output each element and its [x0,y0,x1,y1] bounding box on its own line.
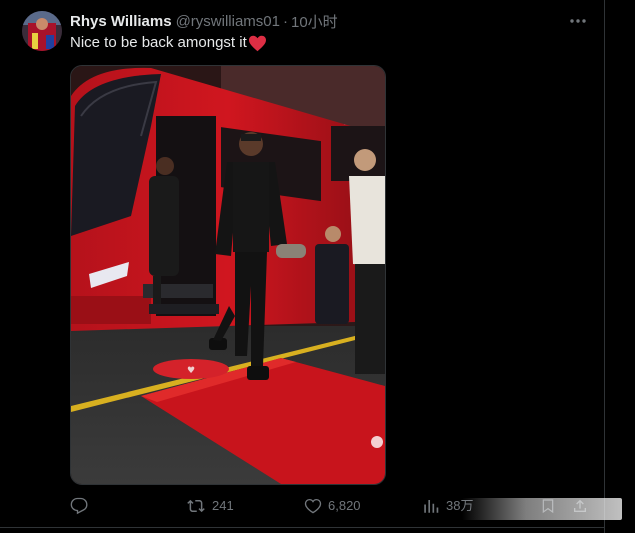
analytics-icon [424,500,439,513]
more-options-icon[interactable] [565,11,591,31]
tweet-divider [0,527,605,528]
heart-icon [304,498,322,514]
tweet-header: Rhys Williams @ryswilliams01 · 10小时 [70,11,338,31]
retweet-button[interactable]: 241 [186,496,234,516]
retweet-icon [187,499,205,513]
svg-text:♥: ♥ [187,366,195,376]
tweet-photo[interactable]: ♥ [70,65,386,485]
tweet-body: Nice to be back amongst it [70,34,247,51]
author-display-name[interactable]: Rhys Williams [70,13,172,30]
like-count: 6,820 [328,498,361,513]
retweet-count: 241 [212,498,234,513]
column-divider [604,0,605,533]
reply-button[interactable] [70,496,94,516]
avatar[interactable] [22,11,62,51]
red-heart-icon [248,35,267,52]
watermark-overlay [462,498,622,520]
like-button[interactable]: 6,820 [304,496,361,516]
author-handle[interactable]: @ryswilliams01 [176,13,280,30]
reply-icon [70,497,88,515]
tweet-text: Nice to be back amongst it [70,33,267,53]
tweet-timestamp[interactable]: 10小时 [291,11,338,32]
separator-dot: · [283,12,288,30]
